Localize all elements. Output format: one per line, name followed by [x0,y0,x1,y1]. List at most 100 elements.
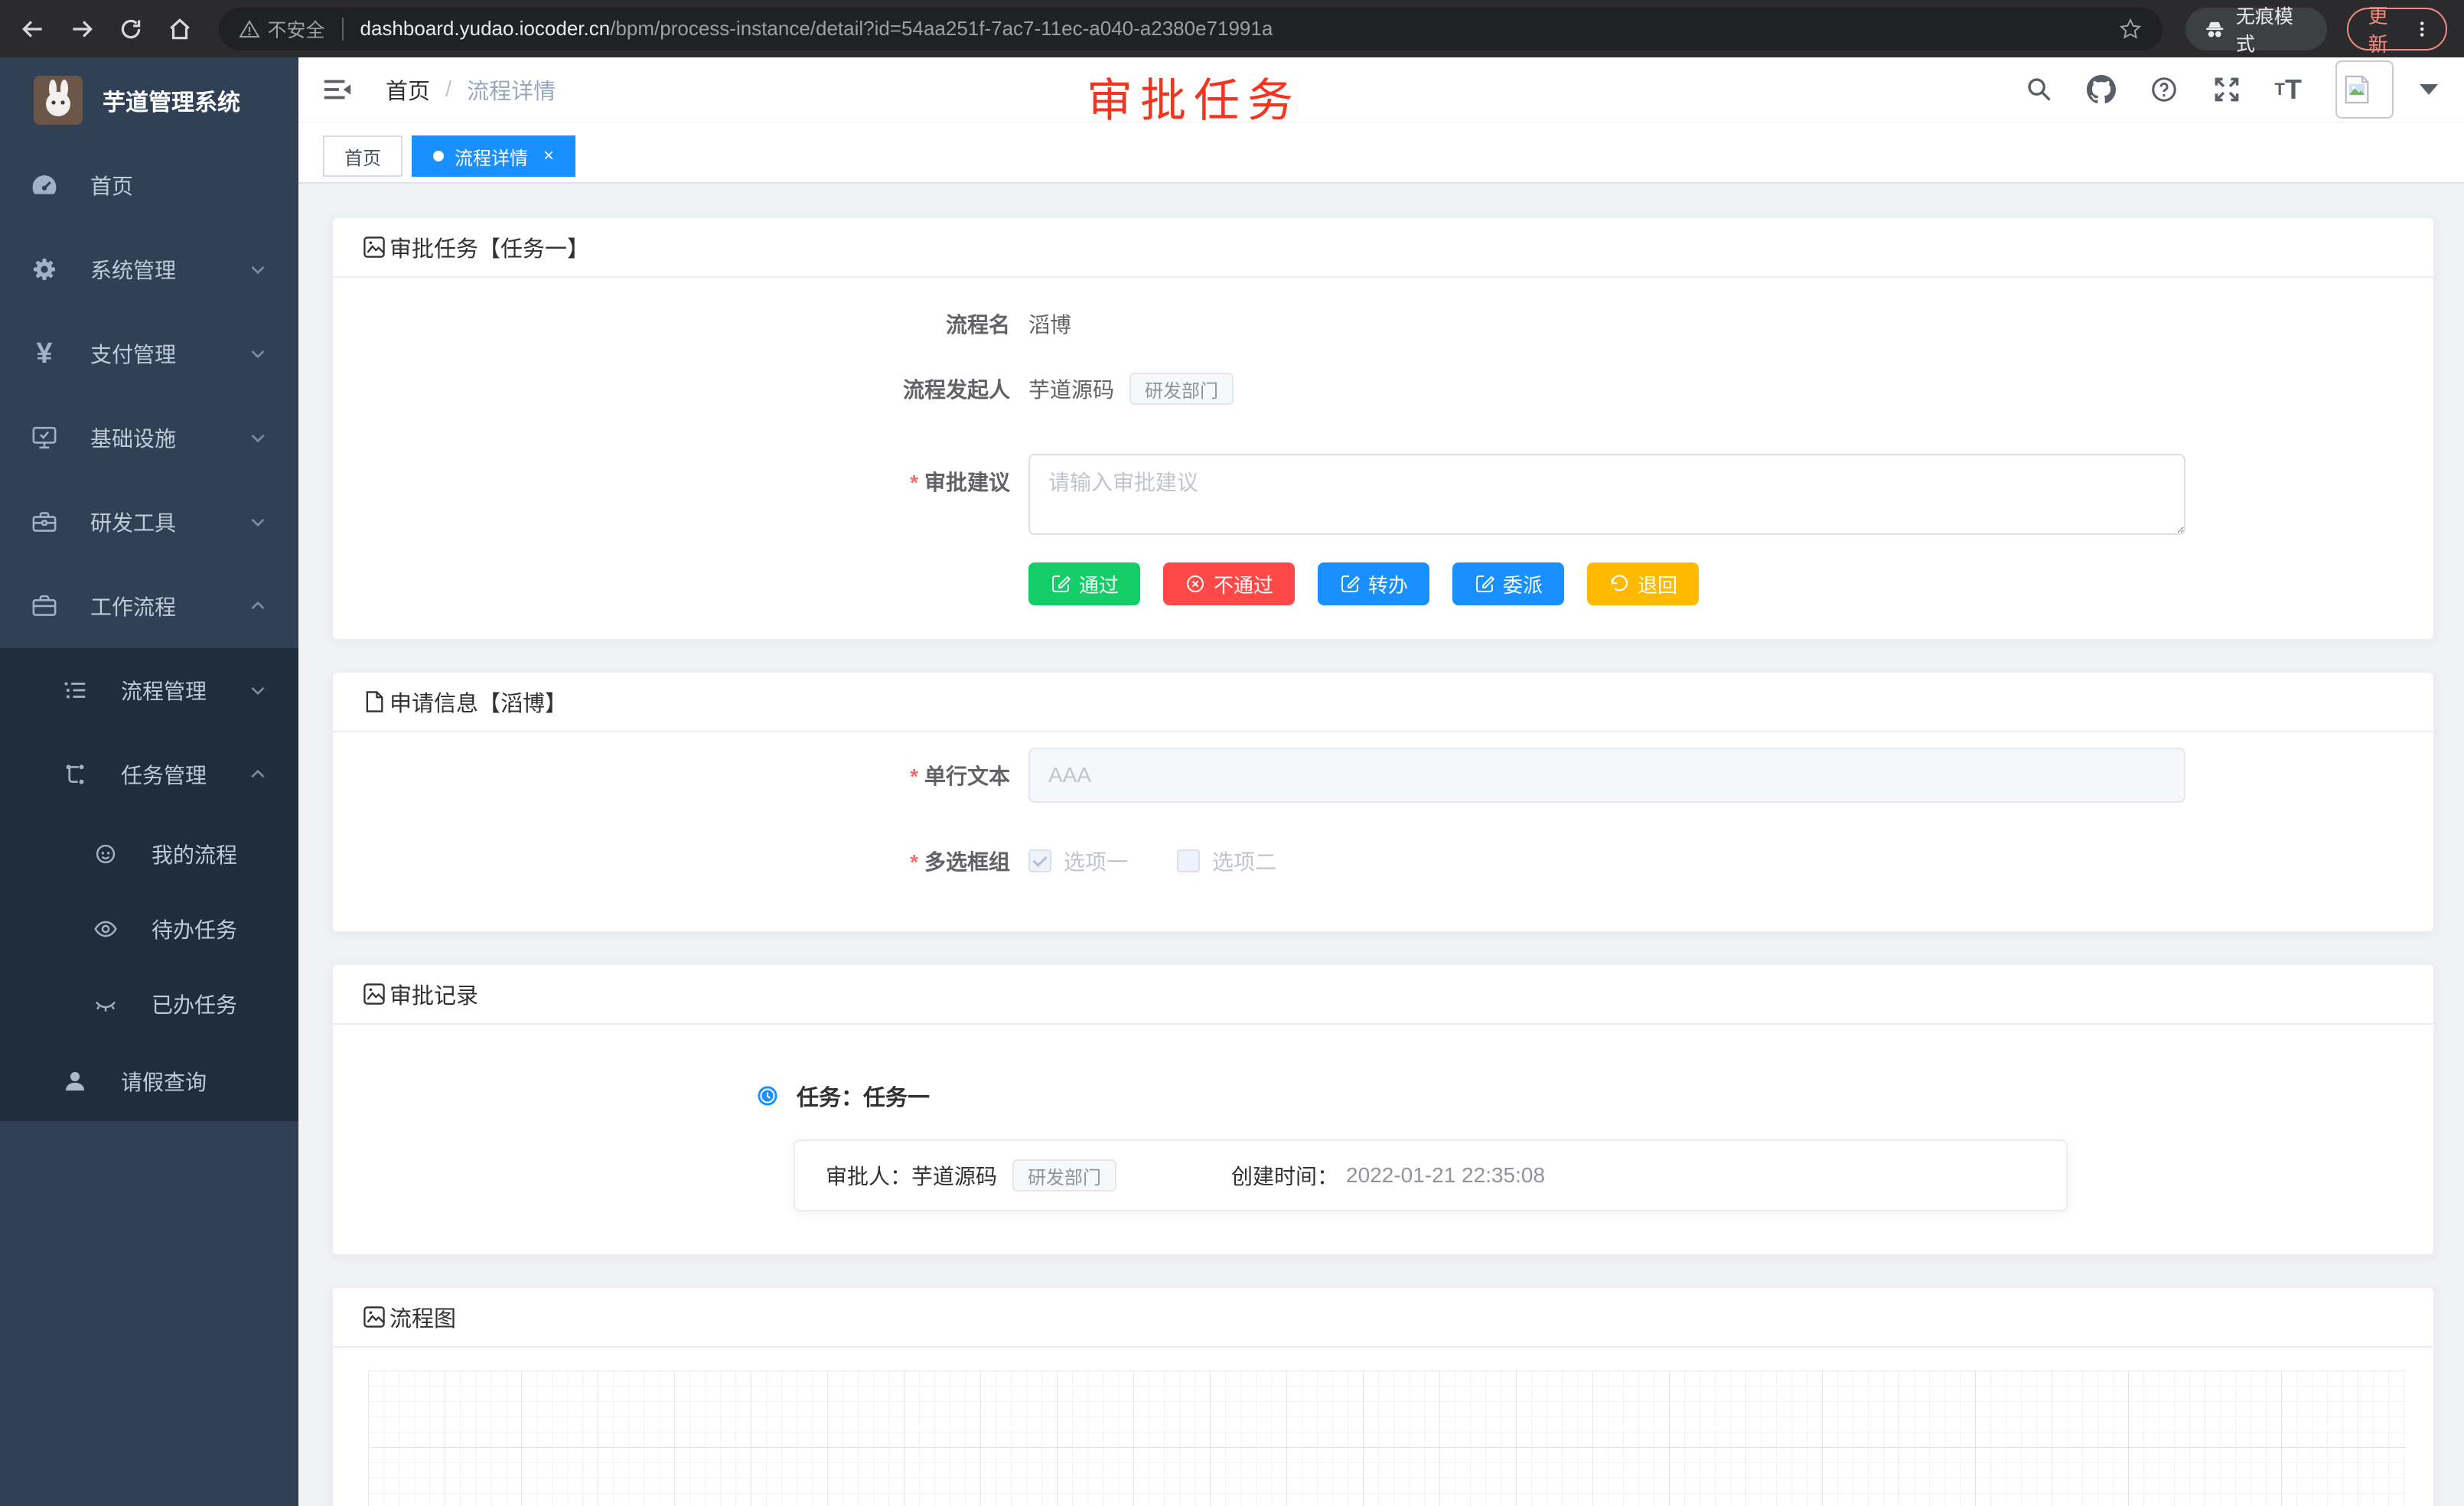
initiator-label: 流程发起人 [333,373,1010,404]
sidebar-item-payment[interactable]: ¥ 支付管理 [0,311,298,396]
header-search-button[interactable] [2026,76,2053,103]
sidebar-item-process-management[interactable]: 流程管理 [0,648,298,732]
return-button[interactable]: 退回 [1587,562,1699,605]
browser-reload-button[interactable] [115,12,147,46]
approver-value: 芋道源码 [911,1160,997,1191]
process-name-label: 流程名 [333,308,1010,339]
avatar-dropdown-caret[interactable] [2420,84,2438,95]
browser-back-button[interactable] [17,12,49,46]
url-host: dashboard.yudao.iocoder.cn [360,17,611,41]
workflow-submenu: 流程管理 任务管理 我的流程 待办任务 [0,648,298,1121]
update-label: 更新 [2368,1,2406,57]
timeline-task-item: 任务：任务一 [755,1080,2433,1112]
reload-icon [118,16,144,42]
search-icon [2026,76,2053,103]
checkbox-unchecked-icon [1177,849,1200,872]
checkbox-group-row: *多选框组 选项一 选项二 [333,846,2433,876]
sidebar-item-home[interactable]: 首页 [0,143,298,227]
user-icon [55,1068,95,1094]
sidebar-item-workflow[interactable]: 工作流程 [0,564,298,648]
breadcrumb-home[interactable]: 首页 [386,73,430,106]
clock-node-icon [755,1084,780,1108]
incognito-badge: 无痕模式 [2185,8,2327,51]
url-bar[interactable]: 不安全 dashboard.yudao.iocoder.cn/bpm/proce… [219,8,2163,51]
approval-card-title: 审批任务【任务一】 [389,231,589,263]
application-info-card: 申请信息【滔博】 *单行文本 AAA *多选框组 [331,671,2435,933]
forward-arrow-icon [69,16,95,42]
flow-tree-icon [55,761,95,787]
sidebar-item-leave-query[interactable]: 请假查询 [0,1041,298,1121]
app-header: 首页 / 流程详情 审批任务 TT [298,57,2464,122]
incognito-label: 无痕模式 [2236,2,2309,57]
header-github-button[interactable] [2087,75,2116,104]
sidebar-item-task-management[interactable]: 任务管理 [0,732,298,817]
back-arrow-icon [20,16,46,42]
sidebar-item-infrastructure[interactable]: 基础设施 [0,396,298,480]
circle-close-icon [1185,573,1206,595]
bookmark-star-icon[interactable] [2118,17,2143,41]
process-diagram-card: 流程图 [331,1286,2435,1506]
created-time-label: 创建时间： [1231,1160,1338,1191]
sidebar-item-done-tasks[interactable]: 已办任务 [0,967,298,1041]
reject-button[interactable]: 不通过 [1163,562,1295,605]
chevron-down-icon [248,512,268,532]
sidebar-item-system[interactable]: 系统管理 [0,227,298,311]
breadcrumb-current: 流程详情 [467,73,556,106]
sidebar-item-todo-tasks[interactable]: 待办任务 [0,892,298,967]
transfer-button[interactable]: 转办 [1318,562,1429,605]
face-icon [86,841,125,867]
sidebar-item-my-process[interactable]: 我的流程 [0,817,298,892]
approval-suggestion-input[interactable] [1028,454,2185,535]
app-logo[interactable]: 芋道管理系统 [0,57,298,143]
url-path: /bpm/process-instance/detail?id=54aa251f… [610,17,1273,41]
checkbox-option-1: 选项一 [1028,846,1128,876]
edit-icon [1050,573,1071,595]
created-time-value: 2022-01-21 22:35:08 [1346,1163,1545,1188]
sidebar-collapse-button[interactable] [298,76,354,103]
fold-icon [321,76,354,103]
sidebar-item-dev-tools[interactable]: 研发工具 [0,480,298,564]
chevron-down-icon [248,680,268,700]
header-font-size-button[interactable]: TT [2275,73,2302,106]
eye-open-icon [86,916,125,942]
approval-record-card: 审批记录 任务：任务一 审批人： 芋道源码 研发部门 创建时间： 2022-01… [331,963,2435,1256]
initiator-dept-tag: 研发部门 [1129,373,1234,405]
chevron-up-icon [248,764,268,784]
toolbox-icon [24,508,64,536]
edit-icon [1474,573,1495,595]
fullscreen-icon [2212,75,2241,104]
app-logo-image [34,76,83,125]
home-icon [167,16,193,42]
tabs-bar: 首页 流程详情 × [298,122,2464,184]
checkbox-checked-icon [1028,849,1051,872]
process-name-value: 滔博 [1028,308,1071,339]
header-help-button[interactable] [2149,75,2179,104]
document-icon [362,689,386,714]
broken-image-icon [2342,74,2372,105]
page-content: 审批任务【任务一】 流程名 滔博 流程发起人 芋道源码 研发部门 [298,184,2464,1506]
approve-button[interactable]: 通过 [1028,562,1140,605]
picture-icon [362,1305,386,1329]
application-card-title: 申请信息【滔博】 [389,686,567,718]
breadcrumb: 首页 / 流程详情 [386,73,556,106]
sidebar: 芋道管理系统 首页 系统管理 ¥ 支付管理 基础设施 [0,57,298,1506]
yen-icon: ¥ [24,337,64,370]
active-tab-dot [433,151,444,161]
suggestion-row: *审批建议 [333,454,2433,535]
browser-update-menu[interactable]: 更新 [2347,8,2447,51]
browser-forward-button[interactable] [66,12,98,46]
bpmn-grid-canvas[interactable] [368,1371,2406,1506]
tab-process-detail[interactable]: 流程详情 × [412,135,575,177]
approval-card-header: 审批任务【任务一】 [333,218,2433,278]
header-fullscreen-button[interactable] [2212,75,2241,104]
tab-close-icon[interactable]: × [543,147,554,165]
tab-home[interactable]: 首页 [323,135,403,177]
task-name: 任务：任务一 [797,1080,930,1112]
record-card-title: 审批记录 [389,978,478,1010]
required-mark: * [910,471,918,494]
user-avatar[interactable] [2335,60,2394,119]
browser-home-button[interactable] [164,12,196,46]
delegate-button[interactable]: 委派 [1452,562,1564,605]
app-title: 芋道管理系统 [103,83,240,117]
application-card-header: 申请信息【滔博】 [333,673,2433,732]
